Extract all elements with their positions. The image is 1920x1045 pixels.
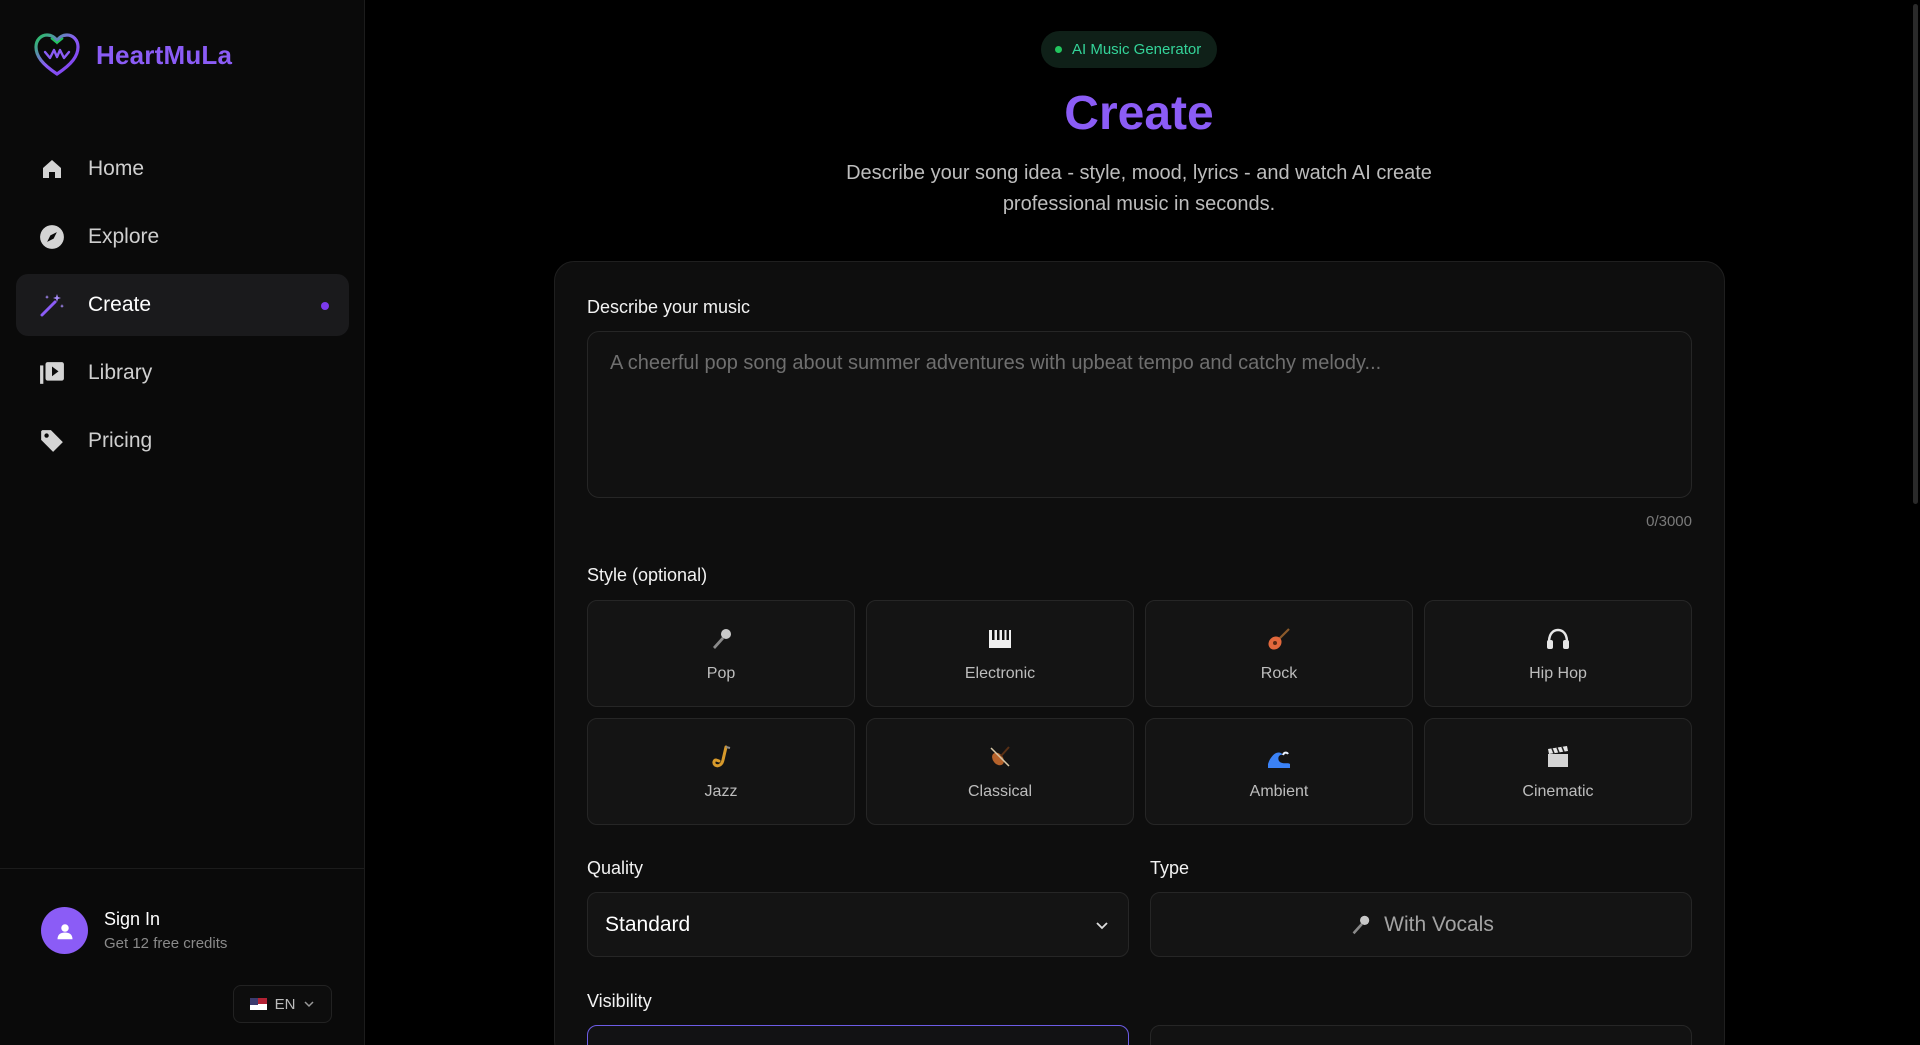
- ai-generator-badge: AI Music Generator: [1041, 31, 1218, 68]
- visibility-option-private[interactable]: [1150, 1025, 1692, 1045]
- page-title: Create: [1064, 87, 1214, 140]
- guitar-icon: [1265, 625, 1293, 653]
- page-subtitle: Describe your song idea - style, mood, l…: [366, 158, 1912, 220]
- style-option-rock[interactable]: Rock: [1145, 600, 1413, 707]
- quality-label: Quality: [587, 858, 644, 878]
- heart-logo-icon: [34, 33, 80, 76]
- chevron-down-icon: [304, 1001, 314, 1008]
- badge-label: AI Music Generator: [1072, 41, 1202, 58]
- sidebar: HeartMuLa Home Explore Create Library Pr…: [0, 0, 365, 1045]
- clapperboard-icon: [1544, 743, 1572, 771]
- avatar: [41, 907, 88, 954]
- active-indicator: [321, 302, 329, 310]
- language-label: EN: [274, 995, 296, 1013]
- sidebar-item-pricing[interactable]: Pricing: [16, 410, 349, 472]
- sidebar-item-home[interactable]: Home: [16, 138, 349, 200]
- style-grid: Pop Electronic Rock Hip Hop Jazz Classic…: [587, 600, 1693, 825]
- sidebar-item-explore[interactable]: Explore: [16, 206, 349, 268]
- sidebar-item-label: Create: [88, 293, 152, 316]
- subtitle-line: professional music in seconds.: [1002, 193, 1276, 215]
- subtitle-line: Describe your song idea - style, mood, l…: [846, 162, 1432, 184]
- sidebar-footer: Sign In Get 12 free credits EN: [0, 868, 365, 1045]
- style-option-pop[interactable]: Pop: [587, 600, 855, 707]
- magic-wand-icon: [38, 291, 66, 319]
- style-option-jazz[interactable]: Jazz: [587, 718, 855, 825]
- sidebar-item-library[interactable]: Library: [16, 342, 349, 404]
- style-option-ambient[interactable]: Ambient: [1145, 718, 1413, 825]
- microphone-icon: [707, 625, 735, 653]
- style-option-label: Hip Hop: [1529, 664, 1587, 682]
- saxophone-icon: [707, 743, 735, 771]
- compass-icon: [38, 223, 66, 251]
- violin-icon: [986, 743, 1014, 771]
- library-icon: [38, 359, 66, 387]
- style-option-electronic[interactable]: Electronic: [866, 600, 1134, 707]
- status-dot: [1055, 46, 1062, 53]
- sidebar-item-label: Home: [88, 157, 145, 180]
- style-option-label: Rock: [1260, 664, 1298, 682]
- description-placeholder: A cheerful pop song about summer adventu…: [610, 352, 1382, 374]
- style-option-classical[interactable]: Classical: [866, 718, 1134, 825]
- sign-in-button[interactable]: Sign In Get 12 free credits: [41, 907, 227, 954]
- sidebar-item-label: Library: [88, 361, 153, 384]
- logo[interactable]: HeartMuLa: [32, 30, 232, 80]
- sign-in-label: Sign In: [104, 909, 161, 929]
- description-input[interactable]: A cheerful pop song about summer adventu…: [587, 331, 1692, 498]
- sidebar-nav: Home Explore Create Library Pricing: [16, 138, 349, 478]
- headphones-icon: [1544, 625, 1572, 653]
- scrollbar[interactable]: [1913, 4, 1918, 504]
- style-option-label: Cinematic: [1522, 782, 1594, 800]
- wave-icon: [1265, 743, 1293, 771]
- app-name: HeartMuLa: [96, 39, 233, 70]
- home-icon: [38, 155, 66, 183]
- us-flag-icon: [249, 998, 267, 1010]
- user-icon: [57, 923, 72, 939]
- piano-keys-icon: [986, 625, 1014, 653]
- style-option-label: Ambient: [1249, 782, 1309, 800]
- visibility-label: Visibility: [587, 991, 652, 1011]
- visibility-option-public[interactable]: [587, 1025, 1129, 1045]
- language-selector[interactable]: EN: [233, 985, 332, 1023]
- style-option-label: Electronic: [964, 664, 1036, 682]
- chevron-down-icon: [1096, 921, 1108, 929]
- style-option-label: Pop: [706, 664, 736, 682]
- main-content: AI Music Generator Create Describe your …: [366, 0, 1920, 1045]
- sidebar-item-label: Explore: [88, 225, 160, 248]
- type-label: Type: [1150, 858, 1190, 878]
- tag-icon: [38, 427, 66, 455]
- style-option-label: Classical: [967, 782, 1032, 800]
- quality-select[interactable]: Standard: [587, 892, 1129, 957]
- style-option-hip-hop[interactable]: Hip Hop: [1424, 600, 1692, 707]
- type-value: With Vocals: [1384, 912, 1494, 936]
- microphone-icon: [1352, 915, 1370, 934]
- sidebar-item-label: Pricing: [88, 429, 153, 452]
- credits-label: Get 12 free credits: [104, 935, 228, 952]
- type-toggle[interactable]: With Vocals: [1150, 892, 1692, 957]
- create-form: Describe your music A cheerful pop song …: [554, 261, 1725, 1045]
- describe-label: Describe your music: [587, 297, 751, 317]
- quality-value: Standard: [605, 912, 691, 936]
- style-label: Style (optional): [587, 565, 708, 585]
- char-counter: 0/3000: [1646, 513, 1692, 530]
- style-option-cinematic[interactable]: Cinematic: [1424, 718, 1692, 825]
- style-option-label: Jazz: [704, 782, 738, 800]
- sidebar-item-create[interactable]: Create: [16, 274, 349, 336]
